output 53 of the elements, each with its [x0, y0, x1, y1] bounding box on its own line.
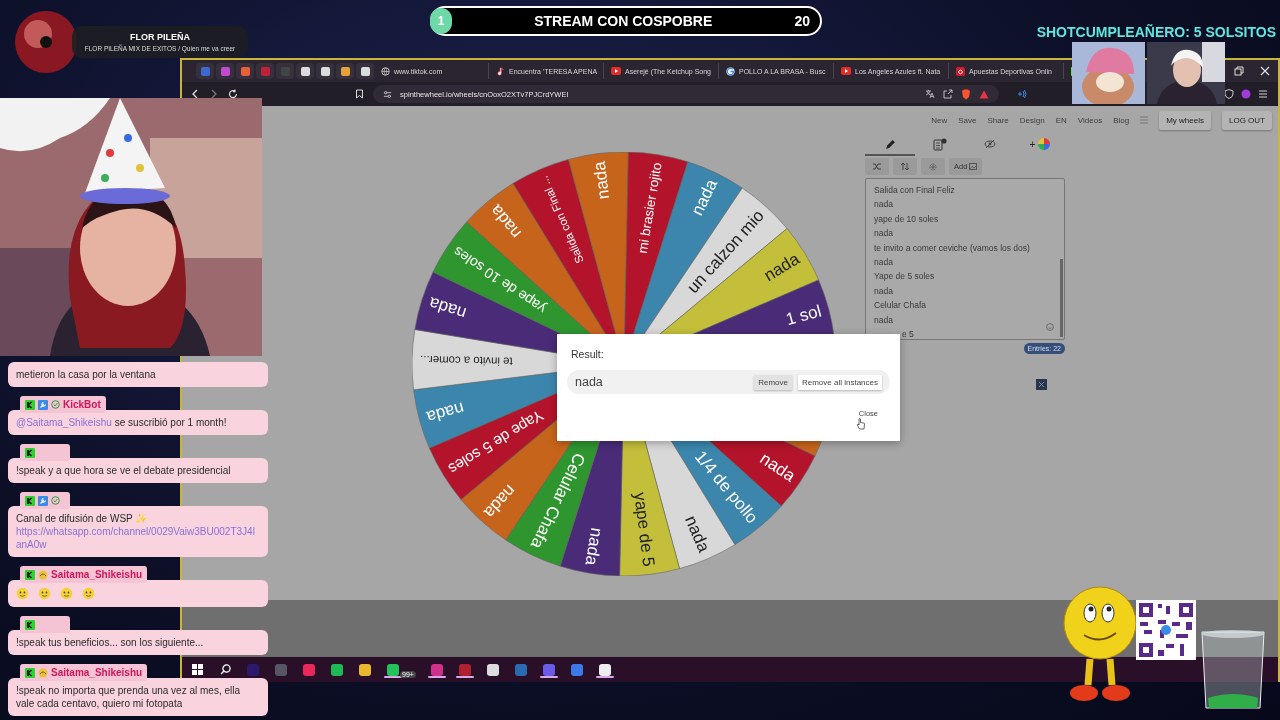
message-text: !speak no importa que prenda una vez al mes, ella vale cada centavo, quiero mi fotopata — [16, 684, 242, 710]
nav-link[interactable]: Save — [958, 115, 977, 125]
wheel-label: Salida con Final ... — [537, 174, 586, 266]
result-value: nada — [575, 375, 603, 389]
entry-text: nada — [874, 256, 893, 270]
wheel-label: nada — [687, 176, 722, 219]
entry-text: nada — [874, 284, 893, 298]
message-text: Canal de difusión de WSP ✨ — [16, 512, 148, 525]
goal-target: 20 — [794, 13, 810, 29]
nav-link[interactable]: Share — [987, 115, 1009, 125]
wheel-label: mi brasier rojito — [634, 161, 665, 255]
entry-text: e 5 — [901, 328, 914, 342]
message-text: !speak y a que hora se ve el debate presidencial — [16, 464, 231, 477]
wheel-label: 1 sol — [783, 301, 824, 330]
goal-count: 1 — [430, 8, 452, 34]
goal-title: STREAM CON COSPOBRE — [533, 13, 714, 29]
entry-text: Celular Chafa — [874, 299, 926, 313]
wheel-label: nada — [760, 249, 803, 286]
entry-text: te invito a comer ceviche (vamos los dos) — [874, 241, 1030, 255]
wheel-label: nada — [426, 293, 469, 323]
wheel-label: te invito a comer... — [419, 353, 513, 368]
nav-link[interactable]: Design — [1019, 115, 1045, 125]
entry-text: nada — [874, 198, 893, 212]
nav-button[interactable]: My wheels — [1159, 110, 1211, 130]
wheel-label: nada — [581, 526, 607, 567]
wheel-label: nada — [424, 398, 467, 427]
wheel-label: yape de 5 — [630, 491, 659, 568]
message-text: metieron la casa por la ventana — [16, 368, 156, 381]
nav-link[interactable]: Blog — [1113, 115, 1130, 125]
nav-link[interactable]: EN — [1055, 115, 1067, 125]
dialog-title: Result: — [571, 348, 605, 360]
editor-tab[interactable]: + — [1015, 134, 1065, 156]
remove-button[interactable]: Remove all instances — [797, 374, 882, 390]
nav-link[interactable]: Videos — [1077, 115, 1103, 125]
wheel-label: nada — [589, 160, 614, 201]
entry-text: nada — [874, 313, 893, 327]
artist-name: FLOR PILEÑA — [130, 32, 190, 42]
username: Saitama_Shikeishu — [51, 667, 143, 678]
wheel-label: nada — [681, 512, 714, 556]
entry-text: Salida con Final Feliz — [874, 184, 955, 197]
promo-text: SHOTCUMPLEAÑERO: 5 SOLSITOS — [1036, 24, 1276, 40]
nav-button[interactable]: LOG OUT — [1222, 110, 1272, 130]
username: KickBot — [63, 399, 101, 410]
wheel-label: nada — [756, 448, 799, 486]
entries-textarea[interactable]: Salida con Final Feliz nada yape de 10 soles nada te invito a comer ceviche (vamos los dos) nada Yape de 5 soles nada Celular Chafa nada e 5 — [865, 178, 1065, 340]
entry-text: Yape de 5 soles — [874, 270, 935, 284]
nav-link[interactable]: New — [931, 115, 948, 125]
message-text: se suscribió por 1 month! — [114, 416, 227, 429]
username: Saitama_Shikeishu — [51, 569, 143, 580]
entry-text: nada — [874, 227, 893, 241]
message-text: !speak tus beneficios... son los siguiente... — [16, 636, 204, 649]
remove-button[interactable]: Remove — [754, 374, 792, 390]
entry-text: yape de 10 soles — [874, 212, 939, 226]
